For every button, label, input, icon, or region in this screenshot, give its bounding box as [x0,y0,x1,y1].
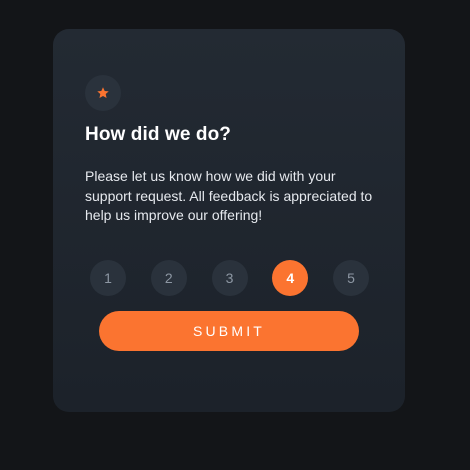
submit-button[interactable]: SUBMIT [99,311,359,351]
rating-options: 1 2 3 4 5 [90,260,369,296]
star-icon [97,87,109,99]
card-description: Please let us know how we did with your … [85,168,373,223]
rating-option-1[interactable]: 1 [90,260,126,296]
star-badge [85,75,121,111]
rating-option-5[interactable]: 5 [333,260,369,296]
card-title: How did we do? [85,124,231,145]
rating-option-3[interactable]: 3 [211,260,248,296]
rating-option-4[interactable]: 4 [272,260,309,296]
rating-card: How did we do? Please let us know how we… [53,29,405,412]
rating-option-2[interactable]: 2 [150,260,187,296]
